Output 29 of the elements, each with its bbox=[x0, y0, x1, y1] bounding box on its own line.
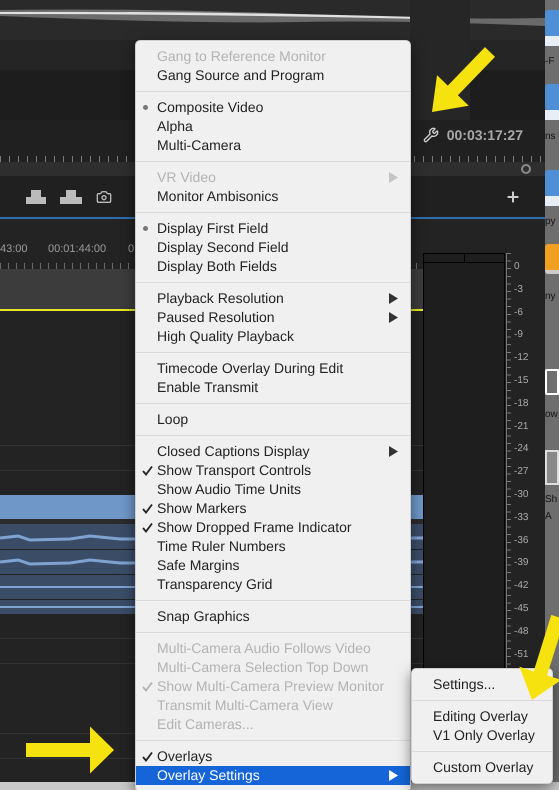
desktop-icon-label: A bbox=[545, 510, 553, 524]
desktop-icon-label: -F bbox=[545, 55, 556, 69]
meter-scale-label: -27 bbox=[513, 465, 528, 480]
meter-scale-label: -33 bbox=[513, 510, 528, 525]
meter-scale-label: -36 bbox=[513, 534, 528, 548]
meter-scale-label: -21 bbox=[513, 420, 528, 434]
meter-scale-label: -15 bbox=[513, 374, 528, 388]
meter-scale-label: -51 bbox=[513, 648, 528, 662]
time-label: 00:01:44:00 bbox=[48, 242, 106, 257]
meter-scale-label: -9 bbox=[513, 328, 524, 342]
meter-scale-label: -12 bbox=[513, 351, 528, 366]
meter-scale-label: -6 bbox=[513, 306, 524, 320]
desktop-icon-label: Sh bbox=[545, 493, 558, 507]
meter-scale-label: -3 bbox=[513, 282, 524, 297]
desktop-icon-label: ny bbox=[545, 290, 557, 304]
time-label: 43:00 bbox=[0, 242, 28, 257]
meter-scale-label: -39 bbox=[513, 556, 528, 570]
meter-scale-label: -18 bbox=[513, 396, 528, 411]
meter-scale-label: -48 bbox=[513, 624, 528, 639]
meter-scale-label: -42 bbox=[513, 579, 528, 594]
timecode: 00:03:17:27 bbox=[446, 126, 523, 144]
time-label: 0 bbox=[128, 242, 134, 257]
meter-scale-label: -30 bbox=[513, 488, 528, 502]
meter-scale-label: -24 bbox=[513, 442, 528, 456]
meter-scale-label: 0 bbox=[513, 260, 521, 274]
desktop-icon-label: ns bbox=[545, 130, 557, 144]
meter-scale-label: -45 bbox=[513, 602, 528, 616]
desktop-icon-label: py bbox=[545, 215, 557, 229]
desktop-icon-label: ow bbox=[545, 408, 559, 422]
